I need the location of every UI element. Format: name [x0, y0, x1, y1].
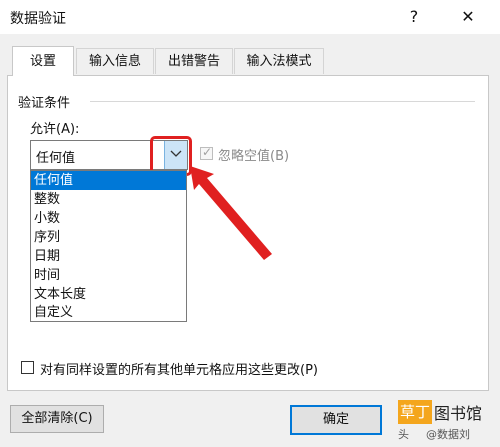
- close-button[interactable]: ✕: [456, 4, 480, 30]
- active-tab-joiner: [13, 74, 73, 77]
- allow-label: 允许(A):: [30, 122, 80, 137]
- list-item[interactable]: 小数: [31, 209, 186, 228]
- check-icon: ✓: [201, 145, 213, 159]
- list-item[interactable]: 整数: [31, 190, 186, 209]
- list-item[interactable]: 日期: [31, 247, 186, 266]
- apply-all-checkbox[interactable]: [21, 361, 34, 374]
- tab-error-alert[interactable]: 出错警告: [155, 48, 233, 74]
- apply-all-label: 对有同样设置的所有其他单元格应用这些更改(P): [40, 363, 318, 378]
- ignore-blank-label: 忽略空值(B): [218, 149, 290, 164]
- watermark-prefix: 头: [398, 428, 409, 441]
- dialog-title: 数据验证: [10, 11, 66, 27]
- group-divider: [90, 101, 475, 102]
- clear-all-button[interactable]: 全部清除(C): [10, 405, 104, 433]
- ok-button[interactable]: 确定: [290, 405, 382, 435]
- list-item[interactable]: 任何值: [31, 171, 186, 190]
- watermark-author: @数据刘: [426, 428, 470, 441]
- allow-combobox-value: 任何值: [36, 151, 76, 166]
- list-item[interactable]: 自定义: [31, 303, 186, 322]
- list-item[interactable]: 文本长度: [31, 285, 186, 304]
- validation-criteria-label: 验证条件: [18, 96, 71, 111]
- tab-settings[interactable]: 设置: [12, 46, 74, 76]
- watermark-badge: 草丁: [398, 400, 432, 424]
- list-item[interactable]: 序列: [31, 228, 186, 247]
- tab-input-message[interactable]: 输入信息: [76, 48, 154, 74]
- help-button[interactable]: ?: [402, 4, 426, 30]
- tab-ime-mode[interactable]: 输入法模式: [234, 48, 324, 74]
- list-item[interactable]: 时间: [31, 266, 186, 285]
- watermark-text: 图书馆: [434, 404, 483, 423]
